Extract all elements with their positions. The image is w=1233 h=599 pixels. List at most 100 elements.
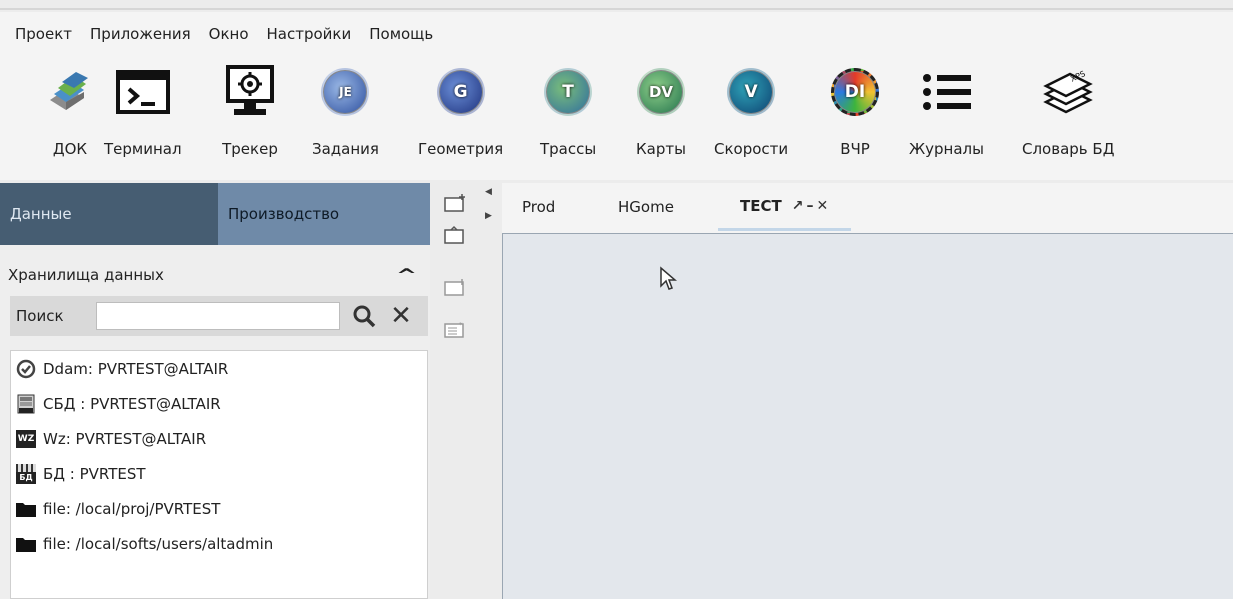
geometry-badge: G bbox=[453, 82, 468, 102]
list-item[interactable]: file: /local/proj/PVRTEST bbox=[11, 491, 427, 526]
detach-icon[interactable]: ↗ bbox=[792, 198, 807, 214]
tab-hgome[interactable]: HGome bbox=[618, 183, 674, 231]
tab-label: Данные bbox=[10, 205, 72, 223]
minimize-icon[interactable]: – bbox=[806, 198, 816, 214]
toolbar-label: Словарь БД bbox=[1022, 140, 1115, 158]
toolbar-label: Скорости bbox=[714, 140, 789, 158]
traces-badge: T bbox=[562, 82, 574, 102]
search-bar: Поиск ✕ bbox=[10, 296, 428, 336]
svg-text:*: * bbox=[459, 321, 463, 329]
chevron-up-icon[interactable]: ^ bbox=[396, 265, 417, 286]
toolbar-label: Трекер bbox=[222, 140, 278, 158]
main-content-area[interactable] bbox=[502, 233, 1233, 599]
close-icon[interactable]: ✕ bbox=[816, 198, 831, 214]
list-item-label: file: /local/softs/users/altadmin bbox=[43, 534, 274, 553]
menu-settings[interactable]: Настройки bbox=[258, 25, 361, 43]
db-icon: БД bbox=[15, 463, 37, 485]
tab-production[interactable]: Производство bbox=[218, 183, 430, 245]
list-item-label: СБД : PVRTEST@ALTAIR bbox=[43, 394, 221, 413]
list-icon bbox=[919, 64, 975, 120]
velocities-icon: V bbox=[723, 64, 779, 120]
toolbar-label: Задания bbox=[312, 140, 379, 158]
toolbar-label: Терминал bbox=[104, 140, 182, 158]
tab-label: HGome bbox=[618, 198, 674, 216]
scroll-left-icon[interactable]: ◀ bbox=[485, 187, 492, 197]
window-side-icon[interactable] bbox=[440, 273, 470, 301]
tab-window-controls: ↗–✕ bbox=[792, 198, 831, 214]
tab-test[interactable]: TECT ↗–✕ bbox=[718, 183, 852, 231]
folder-icon bbox=[15, 498, 37, 520]
maps-badge: DV bbox=[648, 83, 674, 101]
window-top-edge bbox=[0, 0, 1233, 10]
search-input[interactable] bbox=[96, 302, 340, 330]
toolbar-button-traces[interactable]: T Трассы bbox=[540, 64, 596, 158]
scroll-right-icon[interactable]: ▶ bbox=[485, 211, 492, 221]
ddam-icon bbox=[15, 358, 37, 380]
window-up-icon[interactable] bbox=[440, 221, 470, 249]
wz-icon: WZ bbox=[15, 428, 37, 450]
app-toolbar: ДОК Терминал Трекер JE Задания G Геометр… bbox=[0, 56, 1233, 180]
menu-project[interactable]: Проект bbox=[6, 25, 81, 43]
list-item-label: Wz: PVRTEST@ALTAIR bbox=[43, 429, 207, 448]
document-tab-bar: Prod HGome TECT ↗–✕ bbox=[502, 183, 1233, 233]
toolbar-label: Трассы bbox=[540, 140, 597, 158]
mouse-pointer-icon bbox=[659, 266, 678, 296]
left-panel: Данные Производство Хранилища данных ^ П… bbox=[0, 183, 430, 599]
menu-window[interactable]: Окно bbox=[200, 25, 258, 43]
sbd-icon bbox=[15, 393, 37, 415]
jobs-icon: JE bbox=[317, 64, 373, 120]
list-item[interactable]: БД БД : PVRTEST bbox=[11, 456, 427, 491]
search-label: Поиск bbox=[16, 307, 64, 325]
toolbar-button-vchr[interactable]: DI ВЧР bbox=[827, 64, 883, 158]
toolbar-button-journals[interactable]: Журналы bbox=[909, 64, 984, 158]
menu-applications[interactable]: Приложения bbox=[81, 25, 200, 43]
list-item[interactable]: СБД : PVRTEST@ALTAIR bbox=[11, 386, 427, 421]
toolbar-button-geometry[interactable]: G Геометрия bbox=[418, 64, 503, 158]
list-item-label: file: /local/proj/PVRTEST bbox=[43, 499, 221, 518]
geometry-icon: G bbox=[433, 64, 489, 120]
toolbar-button-terminal[interactable]: Терминал bbox=[104, 64, 182, 158]
toolbar-label: Карты bbox=[636, 140, 686, 158]
tab-data[interactable]: Данные bbox=[0, 183, 218, 245]
tab-label: Prod bbox=[522, 198, 556, 216]
folder-icon bbox=[15, 533, 37, 555]
traces-icon: T bbox=[540, 64, 596, 120]
list-item-label: Ddam: PVRTEST@ALTAIR bbox=[43, 359, 229, 378]
toolbar-button-dok[interactable]: ДОК bbox=[42, 64, 98, 158]
data-stores-header[interactable]: Хранилища данных ^ bbox=[0, 261, 428, 289]
vchr-badge: DI bbox=[844, 82, 866, 102]
jobs-badge: JE bbox=[339, 85, 352, 99]
window-list-icon[interactable]: * bbox=[440, 315, 470, 343]
list-item-label: БД : PVRTEST bbox=[43, 464, 146, 483]
tab-prod[interactable]: Prod bbox=[522, 183, 555, 231]
close-icon[interactable]: ✕ bbox=[386, 300, 416, 332]
toolbar-label: ДОК bbox=[52, 140, 88, 158]
toolbar-button-velocities[interactable]: V Скорости bbox=[714, 64, 788, 158]
list-item[interactable]: file: /local/softs/users/altadmin bbox=[11, 526, 427, 561]
toolbar-button-db-dictionary[interactable]: XPS Словарь БД bbox=[1022, 64, 1114, 158]
db-badge: БД bbox=[16, 471, 36, 484]
dictionary-icon: XPS bbox=[1040, 64, 1096, 120]
tab-label: TECT bbox=[740, 196, 782, 215]
monitor-gear-icon bbox=[222, 64, 278, 120]
books-icon bbox=[42, 64, 98, 120]
new-window-icon[interactable] bbox=[440, 189, 470, 217]
view-tool-strip: * ◀ ▶ bbox=[434, 183, 492, 599]
vchr-icon: DI bbox=[827, 64, 883, 120]
toolbar-label: ВЧР bbox=[840, 140, 870, 158]
tab-label: Производство bbox=[228, 205, 340, 223]
toolbar-button-jobs[interactable]: JE Задания bbox=[312, 64, 379, 158]
maps-icon: DV bbox=[633, 64, 689, 120]
velocities-badge: V bbox=[744, 82, 758, 102]
toolbar-label: Геометрия bbox=[418, 140, 504, 158]
list-item[interactable]: Ddam: PVRTEST@ALTAIR bbox=[11, 351, 427, 386]
toolbar-label: Журналы bbox=[909, 140, 984, 158]
wz-badge: WZ bbox=[16, 429, 36, 448]
toolbar-button-maps[interactable]: DV Карты bbox=[633, 64, 689, 158]
list-item[interactable]: WZ Wz: PVRTEST@ALTAIR bbox=[11, 421, 427, 456]
menu-bar: Проект Приложения Окно Настройки Помощь bbox=[0, 12, 1233, 56]
data-stores-list: Ddam: PVRTEST@ALTAIR СБД : PVRTEST@ALTAI… bbox=[10, 350, 428, 599]
menu-help[interactable]: Помощь bbox=[360, 25, 442, 43]
toolbar-button-tracker[interactable]: Трекер bbox=[222, 64, 278, 158]
search-icon[interactable] bbox=[348, 300, 380, 332]
